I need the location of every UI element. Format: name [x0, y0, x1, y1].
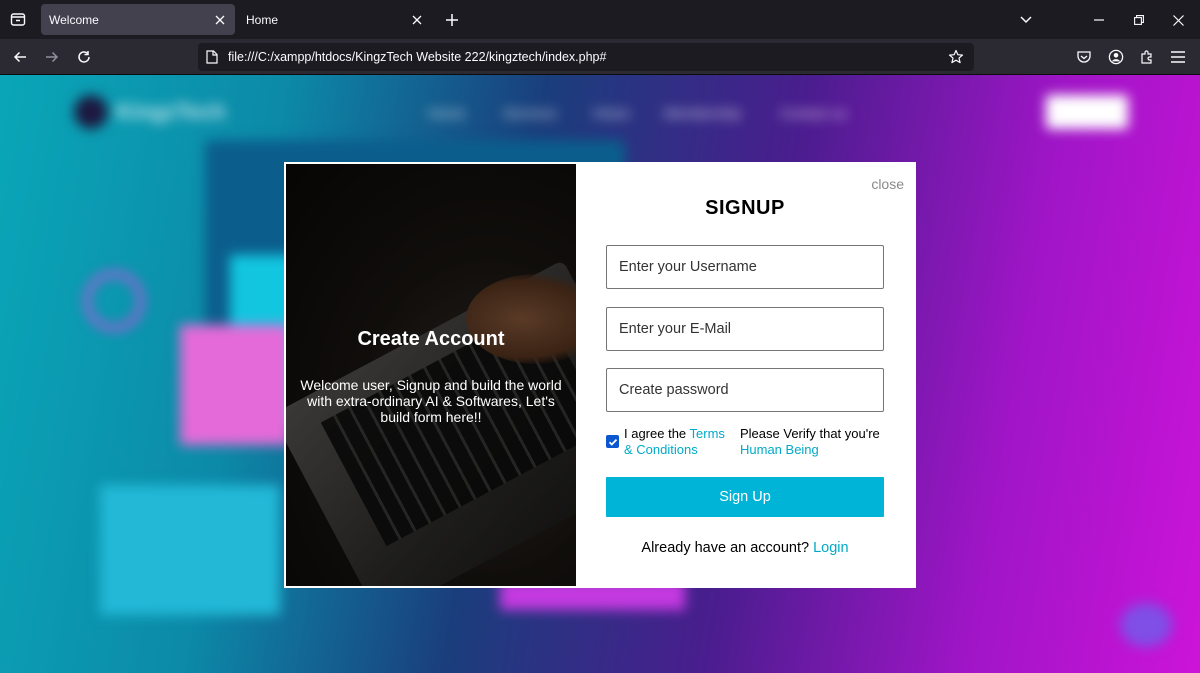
- back-arrow-icon[interactable]: [8, 46, 32, 68]
- chat-bubble-icon: [1120, 603, 1172, 647]
- address-bar[interactable]: file:///C:/xampp/htdocs/KingzTech Websit…: [198, 43, 974, 71]
- create-account-heading: Create Account: [357, 328, 505, 350]
- site-logo-icon: [74, 95, 108, 129]
- welcome-description: Welcome user, Signup and build the world…: [300, 377, 562, 425]
- page-icon: [206, 50, 218, 64]
- image-overlay: [286, 164, 576, 586]
- restore-icon[interactable]: [1128, 9, 1150, 31]
- tab-home[interactable]: Home: [238, 4, 432, 35]
- close-window-icon[interactable]: [1167, 9, 1189, 31]
- extensions-icon[interactable]: [1136, 46, 1158, 68]
- agreement-row: I agree the Terms & Conditions Please Ve…: [606, 426, 886, 460]
- forward-arrow-icon[interactable]: [40, 46, 64, 68]
- checkmark-icon: [608, 438, 617, 446]
- hero-lower-card: [100, 485, 280, 615]
- url-text: file:///C:/xampp/htdocs/KingzTech Websit…: [228, 50, 607, 64]
- page-viewport: KingzTech Home Services Vision Membershi…: [0, 75, 1200, 673]
- pocket-icon[interactable]: [1073, 46, 1095, 68]
- close-link[interactable]: close: [871, 176, 904, 192]
- login-link[interactable]: Login: [813, 540, 848, 556]
- tab-welcome[interactable]: Welcome: [41, 4, 235, 35]
- tab-label: Home: [246, 12, 279, 27]
- agree-prefix: I agree the: [624, 426, 690, 441]
- agree-checkbox[interactable]: [606, 435, 619, 448]
- already-account-text: Already have an account? Login: [576, 540, 914, 556]
- email-input[interactable]: [606, 307, 884, 351]
- signup-modal: Create Account Welcome user, Signup and …: [284, 162, 916, 588]
- modal-hero-image: Create Account Welcome user, Signup and …: [286, 164, 576, 586]
- account-icon[interactable]: [1105, 46, 1127, 68]
- site-nav-services: Services: [503, 105, 557, 121]
- minimize-icon[interactable]: [1088, 9, 1110, 31]
- reload-icon[interactable]: [72, 46, 96, 68]
- tab-list-icon[interactable]: [8, 9, 28, 29]
- site-nav-home: Home: [428, 105, 466, 121]
- signup-form-panel: close SIGNUP I agree the Terms & Conditi…: [576, 164, 914, 586]
- menu-icon[interactable]: [1167, 46, 1189, 68]
- site-nav-vision: Vision: [592, 105, 630, 121]
- bookmark-star-icon[interactable]: [944, 45, 968, 69]
- username-input[interactable]: [606, 245, 884, 289]
- verify-prefix: Please Verify that you're: [740, 426, 880, 441]
- hero-circle: [84, 271, 144, 331]
- verify-text: Please Verify that you're Human Being: [740, 426, 890, 458]
- tab-label: Welcome: [49, 12, 99, 27]
- hero-pink-card: [180, 325, 290, 445]
- navigation-toolbar: file:///C:/xampp/htdocs/KingzTech Websit…: [0, 39, 1200, 75]
- sign-up-button[interactable]: Sign Up: [606, 477, 884, 517]
- agree-text: I agree the Terms & Conditions: [624, 426, 736, 458]
- new-tab-icon[interactable]: [441, 9, 463, 31]
- close-tab-icon[interactable]: [406, 9, 428, 31]
- human-being-link[interactable]: Human Being: [740, 442, 819, 457]
- site-login-button: [1046, 95, 1128, 129]
- site-nav-membership: Membership: [664, 105, 742, 121]
- already-prefix: Already have an account?: [641, 540, 814, 556]
- password-input[interactable]: [606, 368, 884, 412]
- site-logo-text: KingzTech: [116, 99, 226, 124]
- close-tab-icon[interactable]: [209, 9, 231, 31]
- site-nav-contact: Contact us: [780, 105, 847, 121]
- signup-heading: SIGNUP: [705, 197, 785, 219]
- chevron-down-icon[interactable]: [1015, 9, 1037, 31]
- tab-bar: Welcome Home: [0, 0, 1200, 39]
